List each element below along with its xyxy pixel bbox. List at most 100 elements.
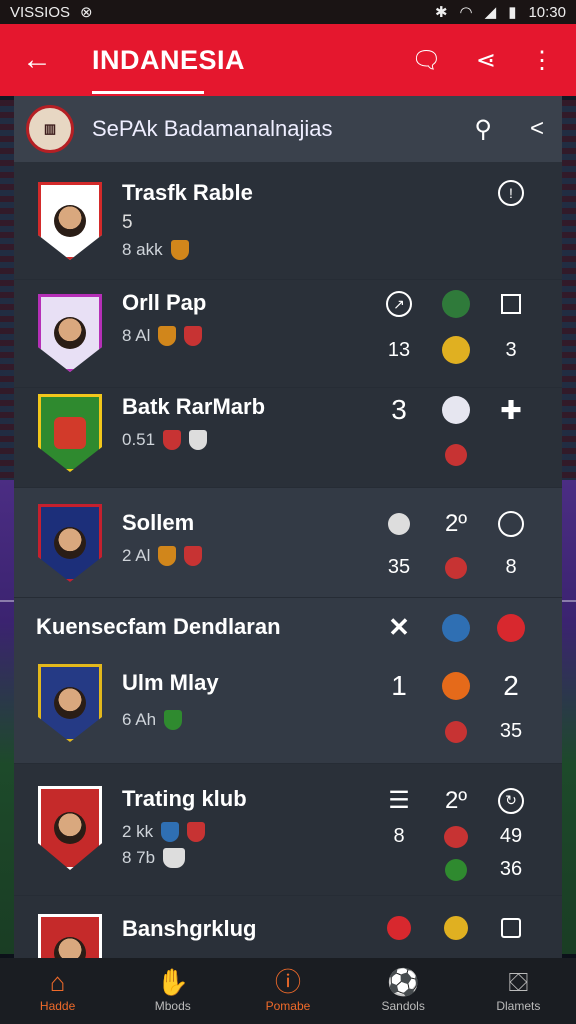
section-header: Kuensecfam Dendlaran ✕: [14, 598, 562, 656]
stat-value: 36: [499, 858, 523, 880]
score-value: 3: [391, 394, 407, 425]
nav-label: Pomabe: [265, 999, 311, 1013]
team-crest: [38, 786, 102, 870]
stat-value: 2º: [444, 786, 468, 814]
team-crest: [38, 504, 102, 582]
opponent-badge: [442, 290, 470, 318]
plus-icon[interactable]: ✚: [484, 395, 538, 426]
stat-value: 35: [387, 556, 411, 578]
nav-item-pomabe[interactable]: ⓘ Pomabe: [238, 969, 338, 1013]
list-icon[interactable]: ☰: [370, 786, 428, 815]
nav-label: Mbods: [154, 999, 191, 1013]
team-row[interactable]: Sollem 2 Al 2º 35 8: [14, 488, 562, 598]
app-bar: ← INDANESIA 🗨 ⋖ ⋮: [0, 24, 576, 96]
share-small-icon[interactable]: <: [530, 115, 544, 144]
player-photo: [54, 317, 86, 349]
mini-crest: [184, 326, 203, 346]
opponent-badge: [445, 720, 467, 743]
team-row[interactable]: Trating klub 2 kk 8 7b ☰ 2º ↻ 8 49 36: [14, 764, 562, 896]
back-arrow-icon[interactable]: ←: [22, 43, 70, 77]
team-sub: 2 kk: [122, 822, 154, 841]
wifi-icon: ◠: [459, 4, 473, 21]
stat-value: 8: [505, 556, 517, 578]
mini-crest: [170, 240, 189, 260]
stat-value: 2º: [444, 510, 468, 537]
stat-value: 13: [387, 338, 411, 361]
team-crest: [38, 294, 102, 372]
search-icon[interactable]: ⚲: [474, 115, 492, 144]
chat-icon[interactable]: 🗨: [411, 46, 441, 75]
share-icon[interactable]: ⋖: [476, 46, 496, 75]
team-sub: 8 akk: [122, 240, 163, 259]
opponent-badge: [445, 858, 467, 881]
mini-crest: [163, 430, 182, 450]
nav-item-mbods[interactable]: ✋ Mbods: [123, 969, 223, 1013]
status-time: 10:30: [528, 3, 566, 21]
mini-crest: [158, 546, 177, 566]
crest-emblem: [54, 417, 86, 449]
info-icon: ⓘ: [274, 967, 301, 997]
clock-icon[interactable]: ↻: [498, 787, 524, 814]
minus-box-icon[interactable]: [501, 918, 521, 938]
close-icon[interactable]: ✕: [370, 612, 428, 643]
team-sub: 8 Al: [122, 326, 151, 345]
section-title: Kuensecfam Dendlaran: [36, 614, 281, 639]
league-logo: ▥: [26, 105, 74, 153]
stat-value: 3: [505, 338, 517, 361]
team-sub: 2 Al: [122, 546, 151, 565]
nav-item-sandols[interactable]: ⚽ Sandols: [353, 969, 453, 1013]
bluetooth-icon: ✱: [434, 4, 448, 21]
opponent-badge: [445, 556, 467, 579]
bottom-nav: ⌂ Hadde ✋ Mbods ⓘ Pomabe ⚽ Sandols ⛋ Dla…: [0, 958, 576, 1024]
search-text[interactable]: SePAk Badamanalnajias: [74, 116, 474, 142]
home-icon: ⌂: [49, 967, 66, 997]
opponent-badge: [442, 672, 470, 700]
team-crest: [38, 664, 102, 742]
team-row[interactable]: Banshgrklug: [14, 896, 562, 958]
team-row[interactable]: Orll Pap 8 Al ↗ 13 3: [14, 280, 562, 388]
score-value: 2: [503, 670, 519, 701]
alarm-icon: ⊗: [80, 4, 93, 21]
mini-crest: [187, 822, 206, 842]
stat-value: 8: [393, 825, 405, 847]
hand-icon: ✋: [156, 967, 189, 997]
team-row[interactable]: Batk RarMarb 0.51 3 ✚: [14, 388, 562, 488]
team-crest: [38, 914, 102, 958]
stat-value: 35: [499, 720, 523, 742]
ball-icon: ⚽: [386, 967, 420, 997]
opponent-badge: [444, 825, 468, 848]
circle-icon[interactable]: [498, 511, 524, 537]
signal-icon: ◢: [484, 4, 497, 21]
mini-crest: [189, 430, 208, 450]
bag-icon: ⛋: [508, 967, 529, 997]
opponent-badge: [497, 613, 525, 642]
team-row[interactable]: Ulm Mlay 6 Ah 1 2 35: [14, 656, 562, 764]
team-row[interactable]: Trasfk Rable 5 8 akk !: [14, 162, 562, 280]
square-icon[interactable]: [501, 294, 521, 314]
page-title[interactable]: INDANESIA: [70, 45, 411, 94]
opponent-badge: [387, 916, 411, 940]
opponent-badge: [445, 444, 467, 466]
player-photo: [54, 812, 86, 844]
mini-crest: [164, 710, 183, 730]
team-sub: 0.51: [122, 430, 156, 449]
status-bar: VISSIOS ⊗ ✱ ◠ ◢ ▮ 10:30: [0, 0, 576, 24]
search-bar[interactable]: ▥ SePAk Badamanalnajias ⚲ <: [14, 96, 562, 162]
opponent-badge: [388, 513, 410, 535]
clock-icon[interactable]: ↗: [386, 291, 412, 317]
nav-item-dlamets[interactable]: ⛋ Dlamets: [468, 969, 568, 1013]
battery-icon: ▮: [508, 4, 517, 21]
player-photo: [54, 687, 86, 719]
mini-crest: [184, 546, 203, 566]
player-photo: [54, 937, 86, 958]
stat-value: 49: [499, 825, 523, 847]
nav-label: Hadde: [39, 999, 76, 1013]
team-sub-2: 8 7b: [122, 848, 156, 867]
opponent-badge: [442, 396, 470, 424]
mini-crest: [158, 326, 177, 346]
nav-item-home[interactable]: ⌂ Hadde: [8, 969, 108, 1013]
nav-label: Dlamets: [496, 999, 541, 1013]
info-icon[interactable]: !: [498, 180, 524, 206]
status-left-text: VISSIOS: [10, 3, 71, 21]
more-vert-icon[interactable]: ⋮: [530, 46, 554, 75]
